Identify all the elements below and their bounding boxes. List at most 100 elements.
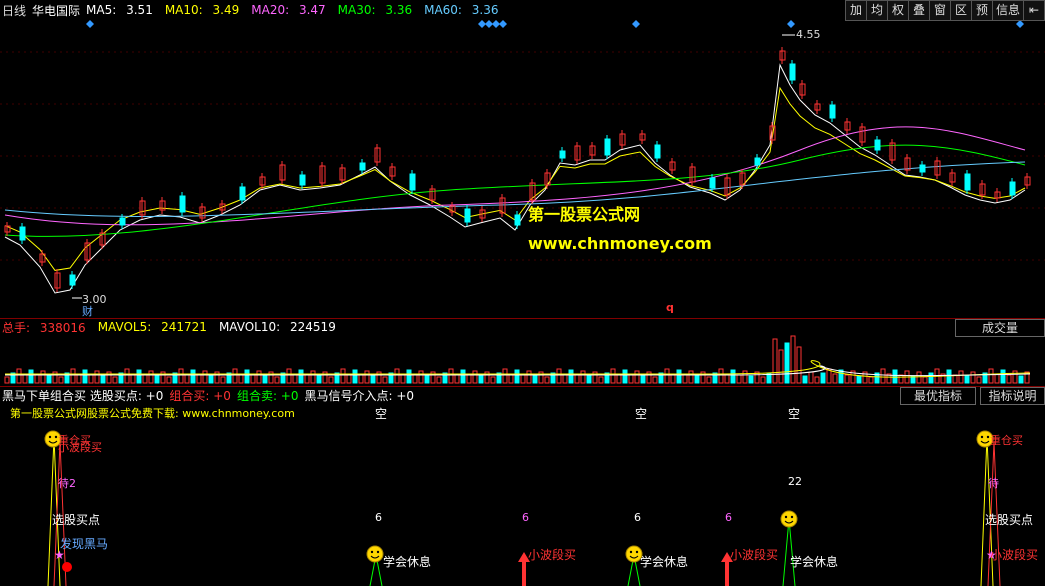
volume-bar [424, 375, 430, 384]
rest-label-1: 学会休息 [383, 555, 432, 569]
volume-bar [664, 368, 670, 384]
volume-bar [406, 369, 412, 384]
volume-bar [580, 370, 586, 384]
volume-bar [598, 376, 604, 384]
toolbar-ma-button[interactable]: 均 [866, 0, 888, 21]
volume-bar [718, 368, 724, 384]
volume-bar [586, 375, 592, 384]
volume-indicator-button[interactable]: 成交量 [955, 319, 1045, 337]
volume-bar [286, 368, 292, 384]
candle-body [409, 173, 416, 191]
cai-marker: 财 [82, 305, 93, 318]
volume-bar [220, 376, 226, 384]
candle-body [19, 226, 26, 241]
ma5-line [4, 63, 1026, 294]
toolbar-window-button[interactable]: 窗 [929, 0, 951, 21]
volume-bar [976, 376, 982, 384]
volume-bar [340, 368, 346, 384]
best-indicator-button[interactable]: 最优指标 [900, 387, 976, 405]
chart-toolbar: 加 均 权 叠 窗 区 预 信息 ⇤ [845, 0, 1045, 21]
volume-bar [46, 375, 52, 384]
indicator-header: 黑马下单组合买 选股买点: +0 组合买: +0 组合卖: +0 黑马信号介入点… [0, 387, 1045, 403]
toolbar-overlay-button[interactable]: 叠 [908, 0, 930, 21]
twentytwo-label: 22 [788, 475, 802, 488]
volume-bar [502, 368, 508, 384]
volume-bar [694, 375, 700, 384]
volume-bar [262, 375, 268, 384]
diamond-signal-icon [787, 20, 795, 28]
smiley-eye [376, 550, 380, 554]
kong-label-2: 空 [635, 407, 648, 421]
ma5: MA5: 3.51 [86, 3, 153, 17]
volume-bar [736, 374, 742, 384]
diamond-signal-icon [478, 20, 486, 28]
volume-bar [16, 368, 22, 384]
volume-bar [772, 338, 778, 384]
volume-bar [706, 376, 712, 384]
smiley-eye [629, 550, 633, 554]
volume-bar [868, 376, 874, 384]
volume-bar [124, 368, 130, 384]
pick-buy-label-right: 选股买点 [985, 513, 1034, 527]
diamond-signal-icon [86, 20, 94, 28]
volume-bar [688, 370, 694, 384]
toolbar-range-button[interactable]: 区 [950, 0, 972, 21]
volume-bar [880, 368, 886, 384]
small-buy-label-2: 小波段买 [730, 548, 779, 562]
volume-bar [472, 370, 478, 384]
smiley-icon-22 [780, 510, 798, 528]
candle-body [299, 174, 306, 186]
candle-body [654, 144, 661, 159]
indicator-pane[interactable]: ★ ★ 黑马下单组合买 选股买点: +0 组合买: +0 组合卖: +0 黑马信号… [0, 386, 1045, 586]
six-label-2: 6 [522, 511, 529, 524]
indicator-help-button[interactable]: 指标说明 [980, 387, 1045, 405]
toolbar-info-button[interactable]: 信息 [992, 0, 1024, 21]
volume-bar [418, 370, 424, 384]
candle-body [179, 195, 186, 213]
toolbar-forecast-button[interactable]: 预 [971, 0, 993, 21]
volume-bar [370, 375, 376, 384]
combo-buy: 组合买: +0 [169, 388, 231, 403]
volume-bar [412, 374, 418, 384]
toolbar-rights-button[interactable]: 权 [887, 0, 909, 21]
volume-bar [460, 369, 466, 384]
volume-bar [556, 368, 562, 384]
volume-bar [4, 376, 10, 384]
found-horse-label: 发现黑马 [60, 537, 109, 551]
price-chart[interactable] [0, 0, 1045, 318]
volume-bar [544, 376, 550, 384]
volume-bar [202, 370, 208, 384]
volume-bar [166, 376, 172, 384]
red-dot-icon [62, 562, 72, 572]
volume-bar [112, 376, 118, 384]
volume-bar [808, 371, 814, 384]
price-pane[interactable]: 日线 华电国际 MA5: 3.51 MA10: 3.49 MA20: 3.47 … [0, 0, 1045, 318]
smiley-eye [986, 435, 990, 439]
diamond-signal-icon [1016, 20, 1024, 28]
kong-label-3: 空 [788, 407, 801, 421]
volume-pane[interactable]: 总手: 338016 MAVOL5: 241721 MAVOL10: 22451… [0, 318, 1045, 387]
candle-body [964, 173, 971, 191]
combo-sell: 组合卖: +0 [236, 388, 299, 403]
smiley-eye [790, 515, 794, 519]
stock-name: 华电国际 [32, 3, 81, 18]
toolbar-add-button[interactable]: 加 [845, 0, 867, 21]
toolbar-collapse-icon[interactable]: ⇤ [1023, 0, 1045, 21]
smiley-eye [370, 550, 374, 554]
volume-bar [394, 368, 400, 384]
volume-bar [514, 369, 520, 384]
period-label[interactable]: 日线 [2, 2, 26, 19]
indicator-title: 黑马下单组合买 选股买点: +0 [2, 388, 164, 403]
promo-text: 第一股票公式网股票公式免费下载: www.chnmoney.com [10, 407, 295, 420]
volume-bar [94, 370, 100, 384]
candle-body [69, 274, 76, 286]
volume-bar [136, 369, 142, 384]
kong-label-1: 空 [375, 407, 388, 421]
candle-body [754, 157, 761, 166]
q-marker: q [666, 301, 674, 314]
diamond-signal-icon [485, 20, 493, 28]
high-price-label: 4.55 [796, 28, 821, 41]
volume-bar [448, 368, 454, 384]
volume-bar [190, 369, 196, 384]
volume-bar [844, 374, 850, 384]
